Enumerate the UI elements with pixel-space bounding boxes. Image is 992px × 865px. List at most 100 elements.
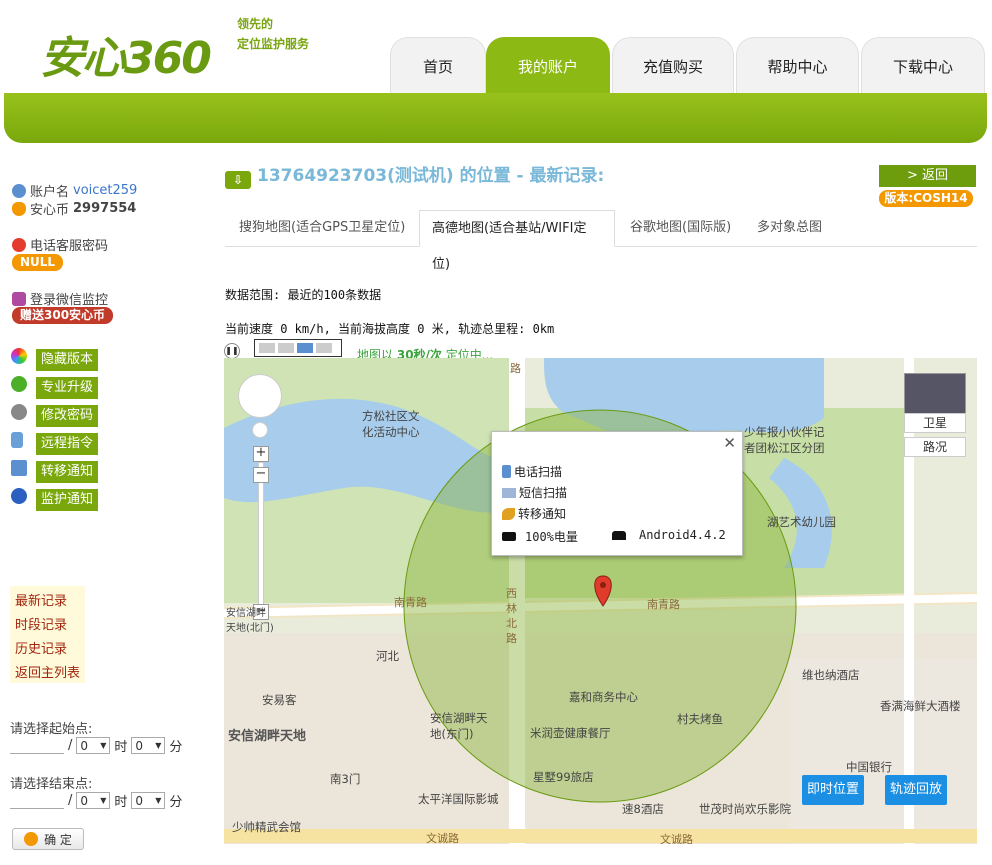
sms-scan-item[interactable]: 短信扫描	[502, 484, 567, 501]
map-label: 中国银行	[846, 760, 892, 774]
phone-icon	[502, 465, 511, 478]
map-label: 星墅99旅店	[533, 770, 594, 784]
phone-pw-row: 电话客服密码	[12, 235, 108, 254]
close-icon[interactable]: ✕	[723, 434, 736, 452]
transfer-notice-button[interactable]: 转移通知	[36, 461, 99, 483]
map-label: 嘉和商务中心	[569, 690, 638, 704]
nav-home[interactable]: 首页	[390, 37, 486, 93]
end-label: 请选择结束点:	[10, 777, 93, 792]
data-range-text: 数据范围: 最近的100条数据	[225, 288, 382, 302]
account-row: 账户名 voicet259	[12, 181, 137, 200]
coin-row: 安心币 2997554	[12, 199, 136, 218]
wechat-label[interactable]: 登录微信监控	[30, 289, 108, 308]
user-icon	[12, 183, 26, 198]
confirm-label: 确 定	[44, 832, 72, 847]
plus-icon	[11, 376, 27, 392]
satellite-button[interactable]: 卫星	[904, 413, 966, 433]
map-label: 太平洋国际影城	[418, 792, 499, 806]
remote-command-button[interactable]: 远程指令	[36, 433, 99, 455]
logo[interactable]: 安心360	[40, 22, 212, 86]
account-label: 账户名	[30, 185, 70, 200]
road-label: 路	[510, 362, 521, 375]
road-label: 南青路	[647, 598, 680, 611]
battery-icon	[502, 532, 516, 541]
search-icon	[24, 832, 39, 846]
tab-google-map[interactable]: 谷歌地图(国际版)	[618, 210, 743, 247]
info-popup: ✕ 电话扫描 短信扫描 转移通知 100%电量 Android4.4.2	[491, 431, 743, 556]
horn-icon	[502, 507, 515, 520]
change-password-button[interactable]: 修改密码	[36, 405, 99, 427]
traffic-button[interactable]: 路况	[904, 437, 966, 457]
pause-icon[interactable]: ❚❚	[224, 343, 240, 359]
page-title-text: 13764923703(测试机) 的位置 - 最新记录:	[257, 166, 605, 186]
satellite-thumbnail[interactable]	[904, 373, 966, 415]
refresh-progress	[254, 339, 342, 357]
version-badge: 版本:COSH14	[879, 190, 973, 207]
start-hour-unit: 时	[114, 740, 128, 755]
account-value[interactable]: voicet259	[73, 183, 137, 198]
envelope-icon	[502, 487, 516, 498]
road-label: 西林北路	[506, 587, 517, 645]
locate-icon[interactable]	[252, 422, 268, 438]
map-label: 少帅精武会馆	[232, 820, 301, 834]
end-minute-select[interactable]: 0 ▼	[131, 792, 166, 809]
map-label: 维也纳酒店	[802, 668, 860, 682]
os-item: Android4.4.2	[612, 528, 726, 542]
globe-icon	[11, 488, 27, 504]
track-replay-button[interactable]: 轨迹回放	[885, 775, 947, 805]
color-wheel-icon	[11, 348, 27, 364]
guardian-notice-button[interactable]: 监护通知	[36, 489, 99, 511]
transfer-item[interactable]: 转移通知	[502, 505, 566, 522]
pan-control[interactable]	[238, 374, 282, 418]
nav-help[interactable]: 帮助中心	[736, 37, 859, 93]
grid-icon	[11, 460, 27, 476]
map-label: 安信湖畔天地	[228, 729, 307, 744]
back-button[interactable]: > 返回	[879, 165, 976, 187]
period-records-link[interactable]: 时段记录	[15, 614, 67, 633]
slogan: 领先的 定位监护服务	[237, 14, 309, 54]
zoom-slider[interactable]	[258, 462, 264, 614]
nav-recharge[interactable]: 充值购买	[612, 37, 734, 93]
map-label: 河北	[376, 649, 399, 663]
start-minute-select[interactable]: 0 ▼	[131, 737, 166, 754]
coin-value: 2997554	[73, 201, 137, 216]
wechat-row[interactable]: 登录微信监控	[12, 289, 108, 308]
start-hour-select[interactable]: 0 ▼	[76, 737, 111, 754]
start-label: 请选择起始点:	[10, 722, 93, 737]
start-picker: / 0 ▼ 时 0 ▼ 分	[10, 736, 182, 755]
history-records-link[interactable]: 历史记录	[15, 638, 67, 657]
end-hour-select[interactable]: 0 ▼	[76, 792, 111, 809]
map-label: 速8酒店	[622, 802, 664, 816]
start-minute-unit: 分	[169, 740, 183, 755]
phone-scan-item[interactable]: 电话扫描	[502, 463, 562, 480]
device-icon	[612, 530, 626, 540]
start-date-input[interactable]	[10, 737, 64, 754]
latest-records-link[interactable]: 最新记录	[15, 590, 67, 609]
zoom-in-button[interactable]: +	[253, 446, 269, 462]
end-date-input[interactable]	[10, 792, 64, 809]
hide-version-button[interactable]: 隐藏版本	[36, 349, 99, 371]
road-label: 南青路	[394, 596, 427, 609]
map-label: 方松社区文化活动中心	[362, 409, 420, 439]
start-slash: /	[68, 738, 73, 753]
confirm-button[interactable]: 确 定	[12, 828, 84, 850]
lifebuoy-icon	[12, 237, 26, 252]
tab-multi-object[interactable]: 多对象总图	[745, 210, 834, 247]
back-main-list-link[interactable]: 返回主列表	[15, 662, 80, 681]
map-label: 安易客	[262, 693, 297, 707]
road-label: 文诚路	[426, 832, 459, 844]
tab-amap[interactable]: 高德地图(适合基站/WIFI定位)	[419, 210, 615, 272]
realtime-location-button[interactable]: 即时位置	[802, 775, 864, 805]
map-label: 安信湖畔天地(东门)	[430, 711, 488, 741]
slogan-line2: 定位监护服务	[237, 37, 310, 51]
nav-download[interactable]: 下载中心	[861, 37, 985, 93]
map-label: 安信湖畔天地(北门)	[226, 608, 274, 634]
upgrade-button[interactable]: 专业升级	[36, 377, 99, 399]
road-label: 文诚路	[660, 833, 693, 844]
shield-icon	[12, 201, 26, 216]
page-title: ⇩ 13764923703(测试机) 的位置 - 最新记录:	[225, 161, 604, 189]
tab-sogou-map[interactable]: 搜狗地图(适合GPS卫星定位)	[227, 210, 417, 247]
map-label: 少年报小伙伴记者团松江区分团	[744, 425, 825, 455]
zoom-handle[interactable]: −	[253, 467, 269, 483]
nav-my-account[interactable]: 我的账户	[486, 37, 610, 93]
